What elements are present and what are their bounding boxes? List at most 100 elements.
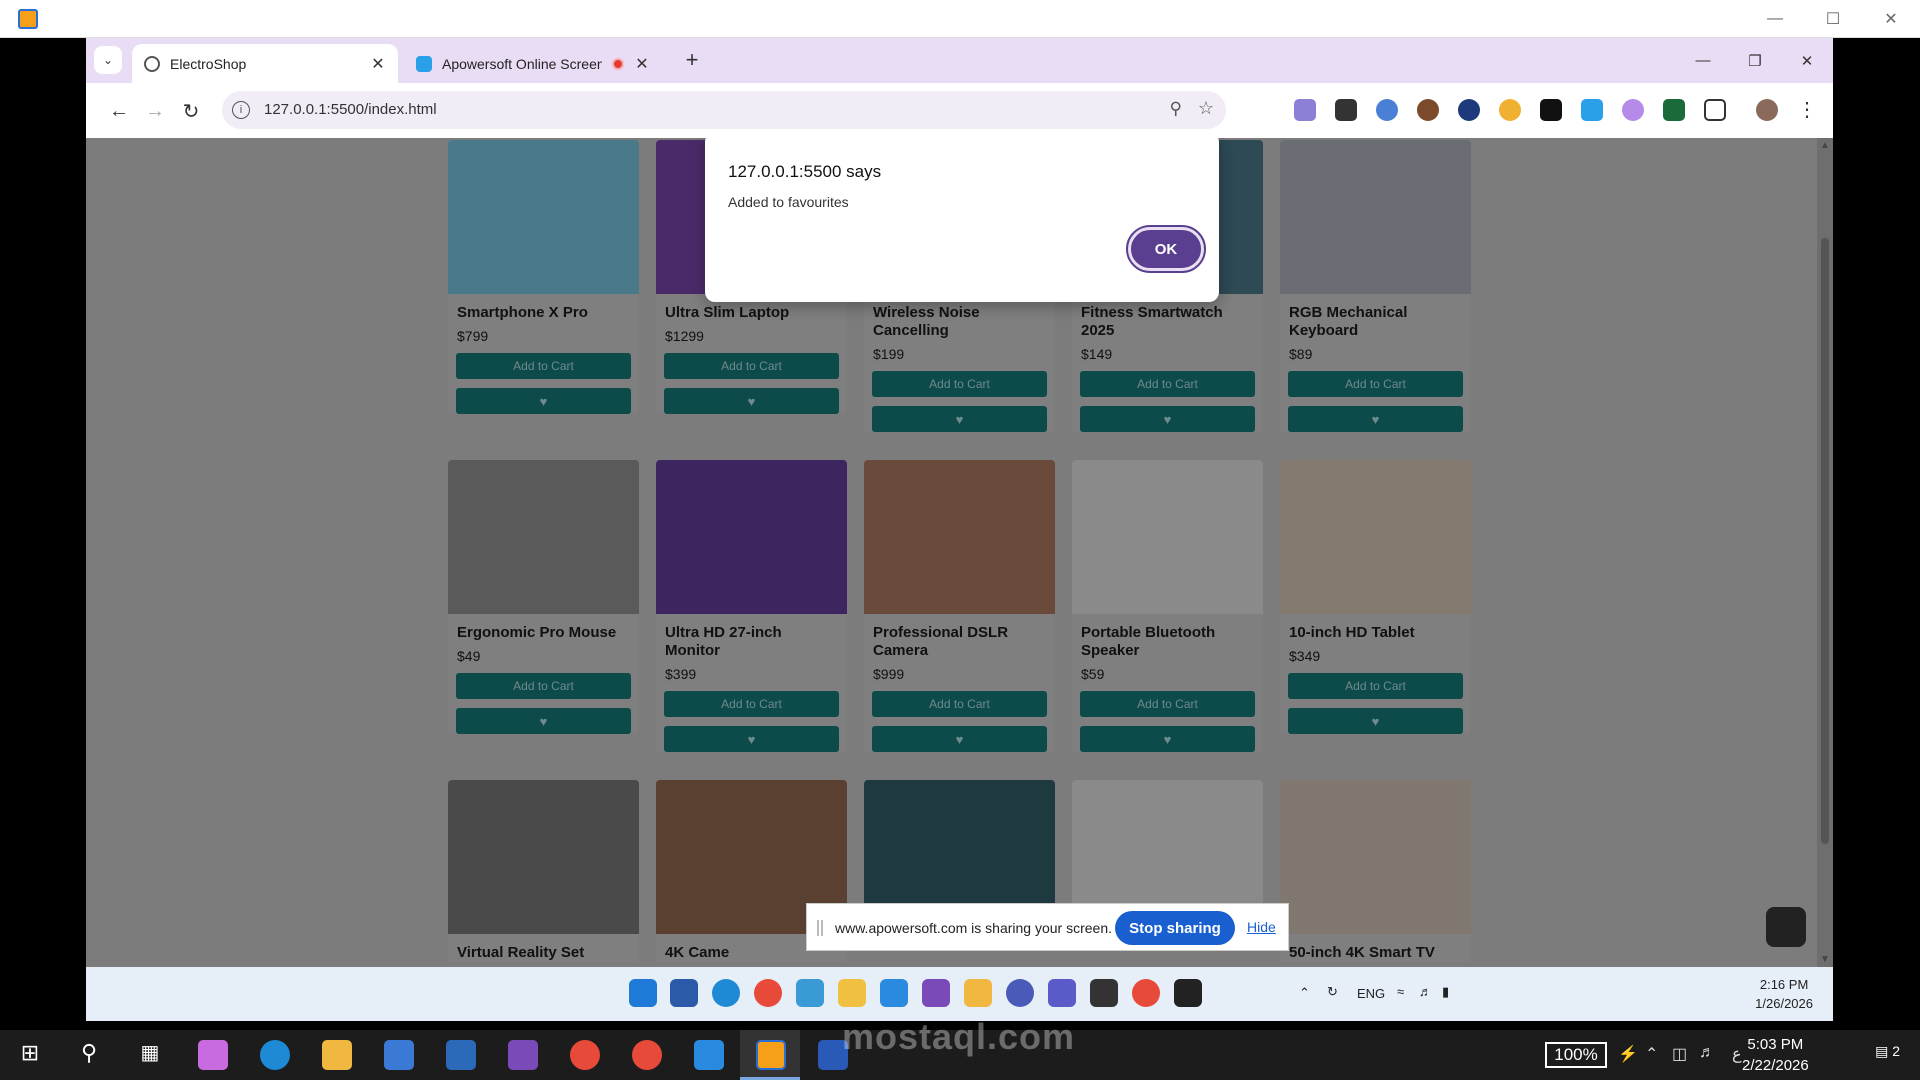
- extension-s-icon[interactable]: [1540, 99, 1562, 121]
- extension-ring-icon[interactable]: [1499, 99, 1521, 121]
- extension-pen-icon[interactable]: [1376, 99, 1398, 121]
- app-icon[interactable]: [838, 979, 866, 1007]
- maximize-icon[interactable]: ☐: [1804, 0, 1862, 38]
- task-view-icon[interactable]: ▦: [135, 1040, 165, 1070]
- hide-link[interactable]: Hide: [1247, 919, 1276, 935]
- mail-icon[interactable]: [384, 1040, 414, 1070]
- add-to-cart-button[interactable]: Add to Cart: [1080, 371, 1255, 397]
- extension-brain-icon[interactable]: [1622, 99, 1644, 121]
- add-to-cart-button[interactable]: Add to Cart: [1288, 371, 1463, 397]
- visual-studio-icon[interactable]: [508, 1040, 538, 1070]
- vscode-icon[interactable]: [694, 1040, 724, 1070]
- favourite-button[interactable]: ♥: [872, 726, 1047, 752]
- chrome-icon[interactable]: [754, 979, 782, 1007]
- chrome-icon[interactable]: [632, 1040, 662, 1070]
- extension-gear-icon[interactable]: [1294, 99, 1316, 121]
- extension-cookie-icon[interactable]: [1417, 99, 1439, 121]
- profile-avatar[interactable]: [1756, 99, 1778, 121]
- favourite-button[interactable]: ♥: [664, 726, 839, 752]
- visual-studio-icon[interactable]: [922, 979, 950, 1007]
- new-tab-button[interactable]: +: [678, 46, 706, 74]
- tab-electroshop[interactable]: ElectroShop ✕: [132, 44, 398, 83]
- site-info-icon[interactable]: i: [232, 101, 250, 119]
- extension-recorder-icon[interactable]: [1581, 99, 1603, 121]
- scroll-down-icon[interactable]: ▼: [1820, 954, 1830, 965]
- extension-terminal-icon[interactable]: [1335, 99, 1357, 121]
- recorder-app-icon[interactable]: [756, 1040, 786, 1070]
- favourite-button[interactable]: ♥: [664, 388, 839, 414]
- edge-icon[interactable]: [260, 1040, 290, 1070]
- favourite-button[interactable]: ♥: [1080, 406, 1255, 432]
- favourite-button[interactable]: ♥: [456, 708, 631, 734]
- tab-close-icon[interactable]: ✕: [634, 54, 650, 74]
- minimize-icon[interactable]: —: [1677, 38, 1729, 83]
- iptv-icon[interactable]: [1006, 979, 1034, 1007]
- menu-dots-icon[interactable]: ⋮: [1797, 97, 1817, 122]
- vscode-icon[interactable]: [880, 979, 908, 1007]
- clock[interactable]: 5:03 PM 2/22/2026: [1742, 1034, 1809, 1076]
- minimize-icon[interactable]: —: [1746, 0, 1804, 38]
- stop-sharing-button[interactable]: Stop sharing: [1115, 911, 1235, 945]
- tab-close-icon[interactable]: ✕: [370, 54, 386, 74]
- battery-icon[interactable]: ▮: [1442, 984, 1449, 1000]
- volume-icon[interactable]: ♬: [1699, 1044, 1715, 1062]
- add-to-cart-button[interactable]: Add to Cart: [456, 353, 631, 379]
- tab-apowersoft[interactable]: Apowersoft Online Screen R ✕: [404, 44, 662, 83]
- file-explorer-icon[interactable]: [964, 979, 992, 1007]
- extension-green-icon[interactable]: [1663, 99, 1685, 121]
- add-to-cart-button[interactable]: Add to Cart: [456, 673, 631, 699]
- add-to-cart-button[interactable]: Add to Cart: [872, 691, 1047, 717]
- chrome-icon[interactable]: [1132, 979, 1160, 1007]
- add-to-cart-button[interactable]: Add to Cart: [872, 371, 1047, 397]
- forward-icon[interactable]: →: [140, 96, 170, 126]
- restore-icon[interactable]: ❐: [1729, 38, 1781, 83]
- search-icon[interactable]: ⚲: [74, 1040, 104, 1070]
- close-icon[interactable]: ✕: [1862, 0, 1920, 38]
- address-bar[interactable]: i 127.0.0.1:5500/index.html ⚲ ☆: [222, 91, 1226, 129]
- alert-ok-button[interactable]: OK: [1126, 225, 1206, 273]
- sync-icon[interactable]: ↻: [1327, 984, 1338, 1000]
- language-indicator[interactable]: ع: [1732, 1044, 1742, 1064]
- edge-icon[interactable]: [712, 979, 740, 1007]
- favourite-button[interactable]: ♥: [872, 406, 1047, 432]
- store-icon[interactable]: [446, 1040, 476, 1070]
- scroll-thumb[interactable]: [1821, 238, 1829, 844]
- add-to-cart-button[interactable]: Add to Cart: [664, 691, 839, 717]
- favourite-button[interactable]: ♥: [1288, 406, 1463, 432]
- add-to-cart-button[interactable]: Add to Cart: [664, 353, 839, 379]
- windows-start-icon[interactable]: ⊞: [15, 1040, 45, 1070]
- favourite-button[interactable]: ♥: [456, 388, 631, 414]
- file-explorer-icon[interactable]: [322, 1040, 352, 1070]
- scroll-up-icon[interactable]: ▲: [1820, 140, 1830, 151]
- reload-icon[interactable]: ↻: [176, 96, 206, 126]
- add-to-cart-button[interactable]: Add to Cart: [1288, 673, 1463, 699]
- windows-start-icon[interactable]: [629, 979, 657, 1007]
- calendar-icon[interactable]: [1090, 979, 1118, 1007]
- copilot-icon[interactable]: [198, 1040, 228, 1070]
- power-plug-icon[interactable]: ⚡: [1618, 1044, 1638, 1064]
- floating-widget-button[interactable]: [1766, 907, 1806, 947]
- notifications-icon[interactable]: ▤ 2: [1875, 1043, 1900, 1060]
- terminal-icon[interactable]: [1174, 979, 1202, 1007]
- chevron-up-icon[interactable]: ⌃: [1645, 1044, 1658, 1064]
- volume-icon[interactable]: ♬: [1419, 984, 1432, 999]
- zoom-icon[interactable]: ⚲: [1170, 99, 1182, 119]
- close-icon[interactable]: ✕: [1781, 38, 1833, 83]
- extension-check-icon[interactable]: [1458, 99, 1480, 121]
- favourite-button[interactable]: ♥: [1080, 726, 1255, 752]
- bookmark-star-icon[interactable]: ☆: [1198, 98, 1214, 119]
- teams-icon[interactable]: [1048, 979, 1076, 1007]
- store-icon[interactable]: [670, 979, 698, 1007]
- wifi-icon[interactable]: ≈: [1397, 984, 1404, 999]
- back-icon[interactable]: ←: [104, 96, 134, 126]
- page-scrollbar[interactable]: ▲ ▼: [1817, 138, 1833, 967]
- tab-search-icon[interactable]: ⌄: [94, 46, 122, 74]
- chrome-icon[interactable]: [570, 1040, 600, 1070]
- add-to-cart-button[interactable]: Add to Cart: [1080, 691, 1255, 717]
- drag-handle-icon[interactable]: [817, 920, 823, 936]
- app-icon[interactable]: [796, 979, 824, 1007]
- inner-clock[interactable]: 2:16 PM 1/26/2026: [1755, 975, 1813, 1013]
- url-text[interactable]: 127.0.0.1:5500/index.html: [264, 101, 437, 118]
- battery-percentage[interactable]: 100%: [1545, 1042, 1607, 1068]
- favourite-button[interactable]: ♥: [1288, 708, 1463, 734]
